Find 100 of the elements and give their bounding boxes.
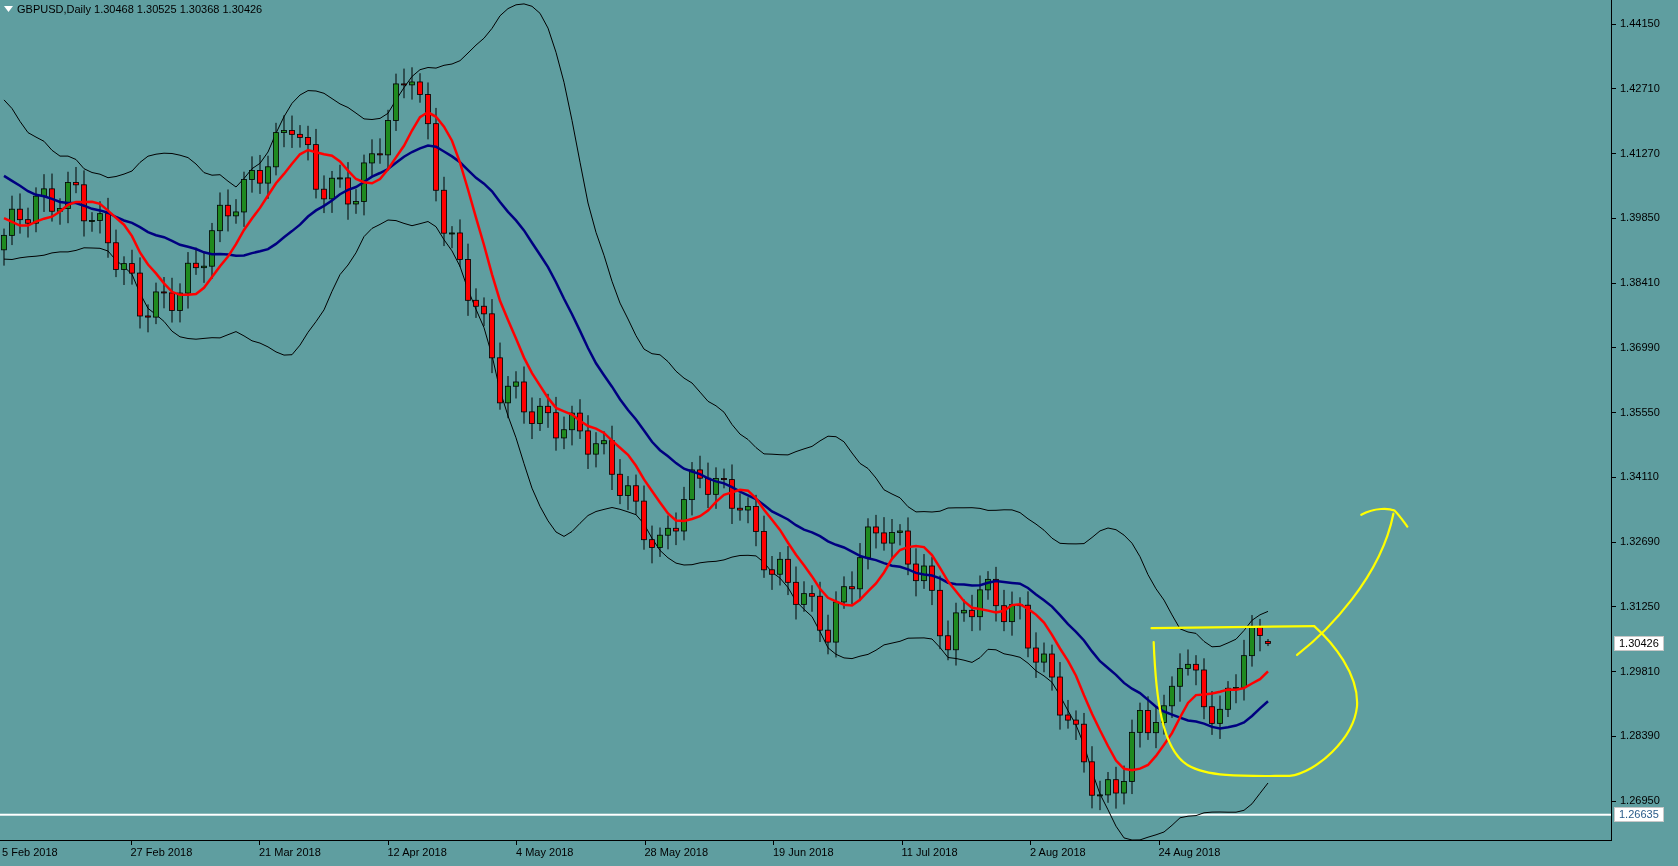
candlestick [537,397,543,432]
candlestick [105,197,111,259]
candlestick [801,580,807,613]
candlestick [961,599,967,623]
candlestick [305,125,311,161]
price-axis-label: 1.34110 [1620,470,1659,484]
candlestick [161,276,167,309]
candlestick [33,186,39,233]
candlestick [225,188,231,232]
candlestick [1089,745,1095,809]
candlestick [649,525,655,564]
candlestick [841,575,847,610]
date-axis-label: 27 Feb 2018 [130,846,193,859]
dropdown-triangle-icon[interactable] [4,6,13,12]
candlestick [185,251,191,310]
candlestick [193,247,199,276]
candlestick [561,416,567,450]
candlestick [953,602,959,667]
candlestick [1249,614,1255,668]
candlestick [1057,661,1063,731]
candlestick [97,200,103,234]
candlestick [665,514,671,550]
candlestick [1049,644,1055,692]
candlestick [873,514,879,549]
candlestick [993,566,999,622]
candlestick [969,594,975,632]
candlestick [1113,766,1119,810]
candlestick [1177,652,1183,703]
candlestick [1041,642,1047,673]
candlestick [529,397,535,440]
candlestick [737,492,743,522]
candlestick [769,555,775,591]
candlestick [1001,589,1007,632]
date-axis-label: 28 May 2018 [644,846,709,859]
candlestick [833,590,839,658]
candlestick [513,370,519,399]
candlestick [1137,702,1143,748]
candlestick [881,516,887,552]
candlestick [681,486,687,541]
candlestick [401,68,407,99]
candlestick [521,366,527,425]
price-axis-label: 1.38410 [1620,276,1660,289]
price-axis-label: 1.32690 [1620,535,1660,548]
candlestick [633,474,639,516]
candlestick [609,425,615,491]
candlestick [321,174,327,214]
candlestick [977,575,983,631]
candlestick [9,195,15,246]
candlestick [169,277,175,324]
candlestick [369,138,375,178]
candlestick [417,72,423,104]
candlestick [1033,631,1039,679]
candlestick [377,137,383,165]
candlestick [1009,591,1015,637]
candlestick [17,192,23,235]
candlestick [177,282,183,323]
candlestick [905,516,911,576]
price-axis-label: 1.41270 [1620,146,1660,160]
candlestick [777,551,783,586]
candlestick [1185,648,1191,677]
candlestick [129,249,135,286]
candlestick [1241,639,1247,701]
candlestick [849,570,855,605]
candlestick [65,171,71,224]
candlestick [641,485,647,551]
price-axis-label: 1.29810 [1620,664,1660,678]
candlestick [601,430,607,455]
price-axis-label: 1.26950 [1620,794,1660,807]
candlestick [441,176,447,247]
candlestick [889,518,895,559]
candlestick [689,461,695,516]
candlestick [625,475,631,511]
candlestick [1233,673,1239,704]
candlestick [913,547,919,597]
candlestick [473,287,479,319]
candlestick [89,211,95,233]
candlestick [1161,694,1167,736]
candlestick [73,166,79,194]
candlestick [753,494,759,547]
candlestick [1073,709,1079,741]
candlestick [201,251,207,284]
candlestick [249,155,255,194]
candlestick [785,545,791,596]
candlestick [393,73,399,132]
candlestick [1153,706,1159,749]
date-axis-label: 21 Mar 2018 [259,846,321,859]
candlestick [745,496,751,524]
candlestick [153,282,159,325]
candlestick [817,581,823,643]
candlestick [1217,695,1223,740]
candlestick [673,512,679,546]
candlestick [361,154,367,216]
candlestick [457,218,463,268]
candlestick [1,228,7,267]
candlestick [329,170,335,214]
price-axis-label: 1.35550 [1620,405,1660,419]
price-marker-label: 1.26635 [1614,807,1664,823]
candlestick [825,614,831,655]
candlestick [593,431,599,468]
candlestick [713,466,719,510]
